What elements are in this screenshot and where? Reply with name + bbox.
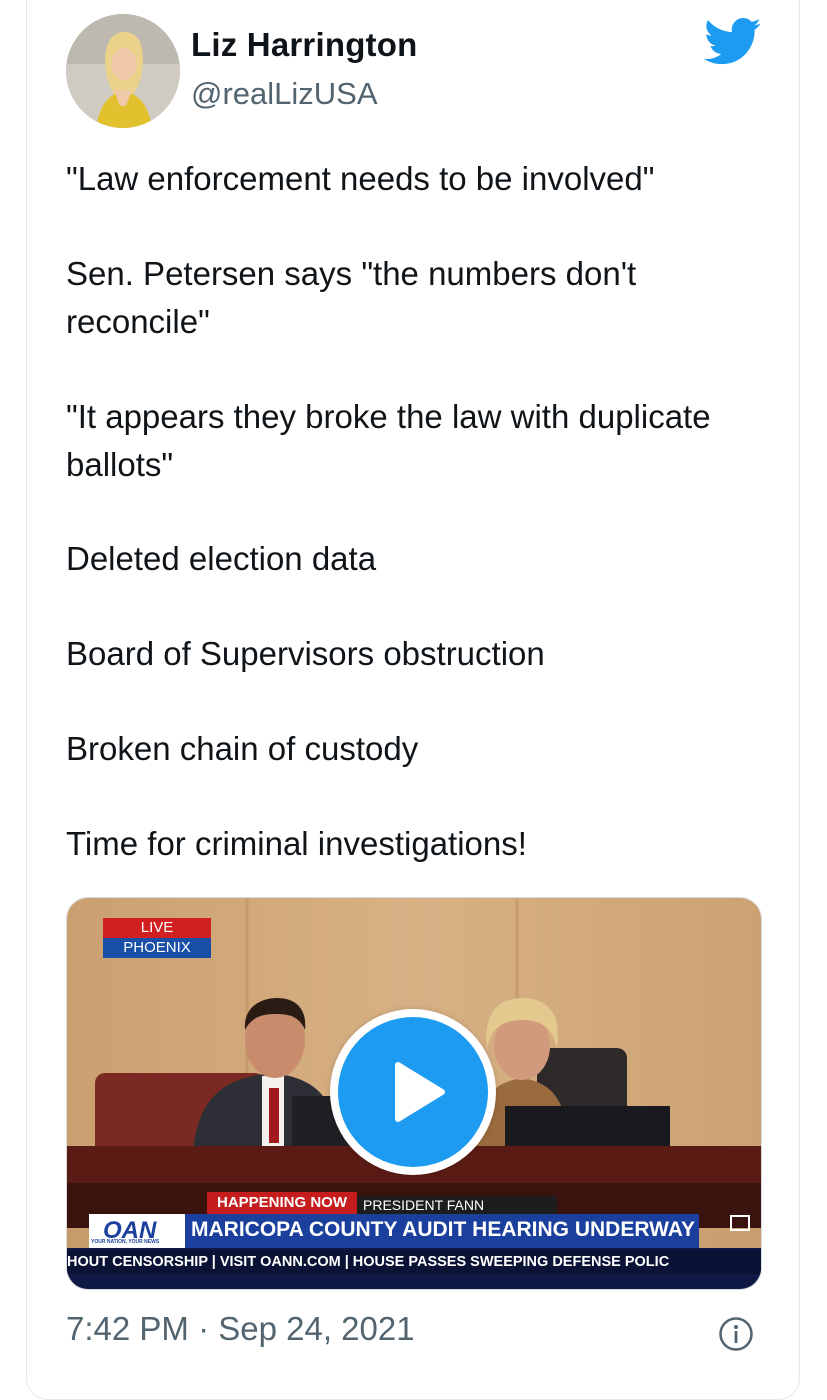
tweet-paragraph-2: Sen. Petersen says "the numbers don't re… bbox=[66, 255, 637, 340]
live-badge: LIVE bbox=[140, 919, 174, 936]
author-handle[interactable]: @realLizUSA bbox=[191, 76, 378, 112]
news-ticker: HOUT CENSORSHIP | VISIT OANN.COM | HOUSE… bbox=[67, 1254, 670, 1270]
avatar[interactable] bbox=[66, 14, 180, 128]
oan-tagline: YOUR NATION, YOUR NEWS bbox=[91, 1239, 160, 1245]
tweet-paragraph-1: "Law enforcement needs to be involved" bbox=[66, 160, 655, 197]
info-icon[interactable] bbox=[718, 1316, 754, 1352]
tweet-timestamp[interactable]: 7:42 PM · Sep 24, 2021 bbox=[66, 1310, 415, 1348]
play-button[interactable] bbox=[330, 1009, 496, 1175]
twitter-bird-icon[interactable] bbox=[704, 18, 762, 66]
author-name[interactable]: Liz Harrington bbox=[191, 26, 417, 64]
headline-banner: MARICOPA COUNTY AUDIT HEARING UNDERWAY bbox=[191, 1218, 696, 1241]
tweet-paragraph-7: Time for criminal investigations! bbox=[66, 825, 527, 862]
location-badge: PHOENIX bbox=[123, 939, 191, 956]
avatar-image bbox=[66, 14, 180, 128]
tweet-paragraph-5: Board of Supervisors obstruction bbox=[66, 635, 545, 672]
play-icon bbox=[395, 1062, 445, 1122]
happening-now-label: HAPPENING NOW bbox=[216, 1194, 347, 1211]
tweet-paragraph-6: Broken chain of custody bbox=[66, 730, 419, 767]
tweet-paragraph-4: Deleted election data bbox=[66, 540, 377, 577]
speaker-label: PRESIDENT FANN bbox=[363, 1197, 485, 1213]
tweet-paragraph-3: "It appears they broke the law with dupl… bbox=[66, 398, 711, 483]
